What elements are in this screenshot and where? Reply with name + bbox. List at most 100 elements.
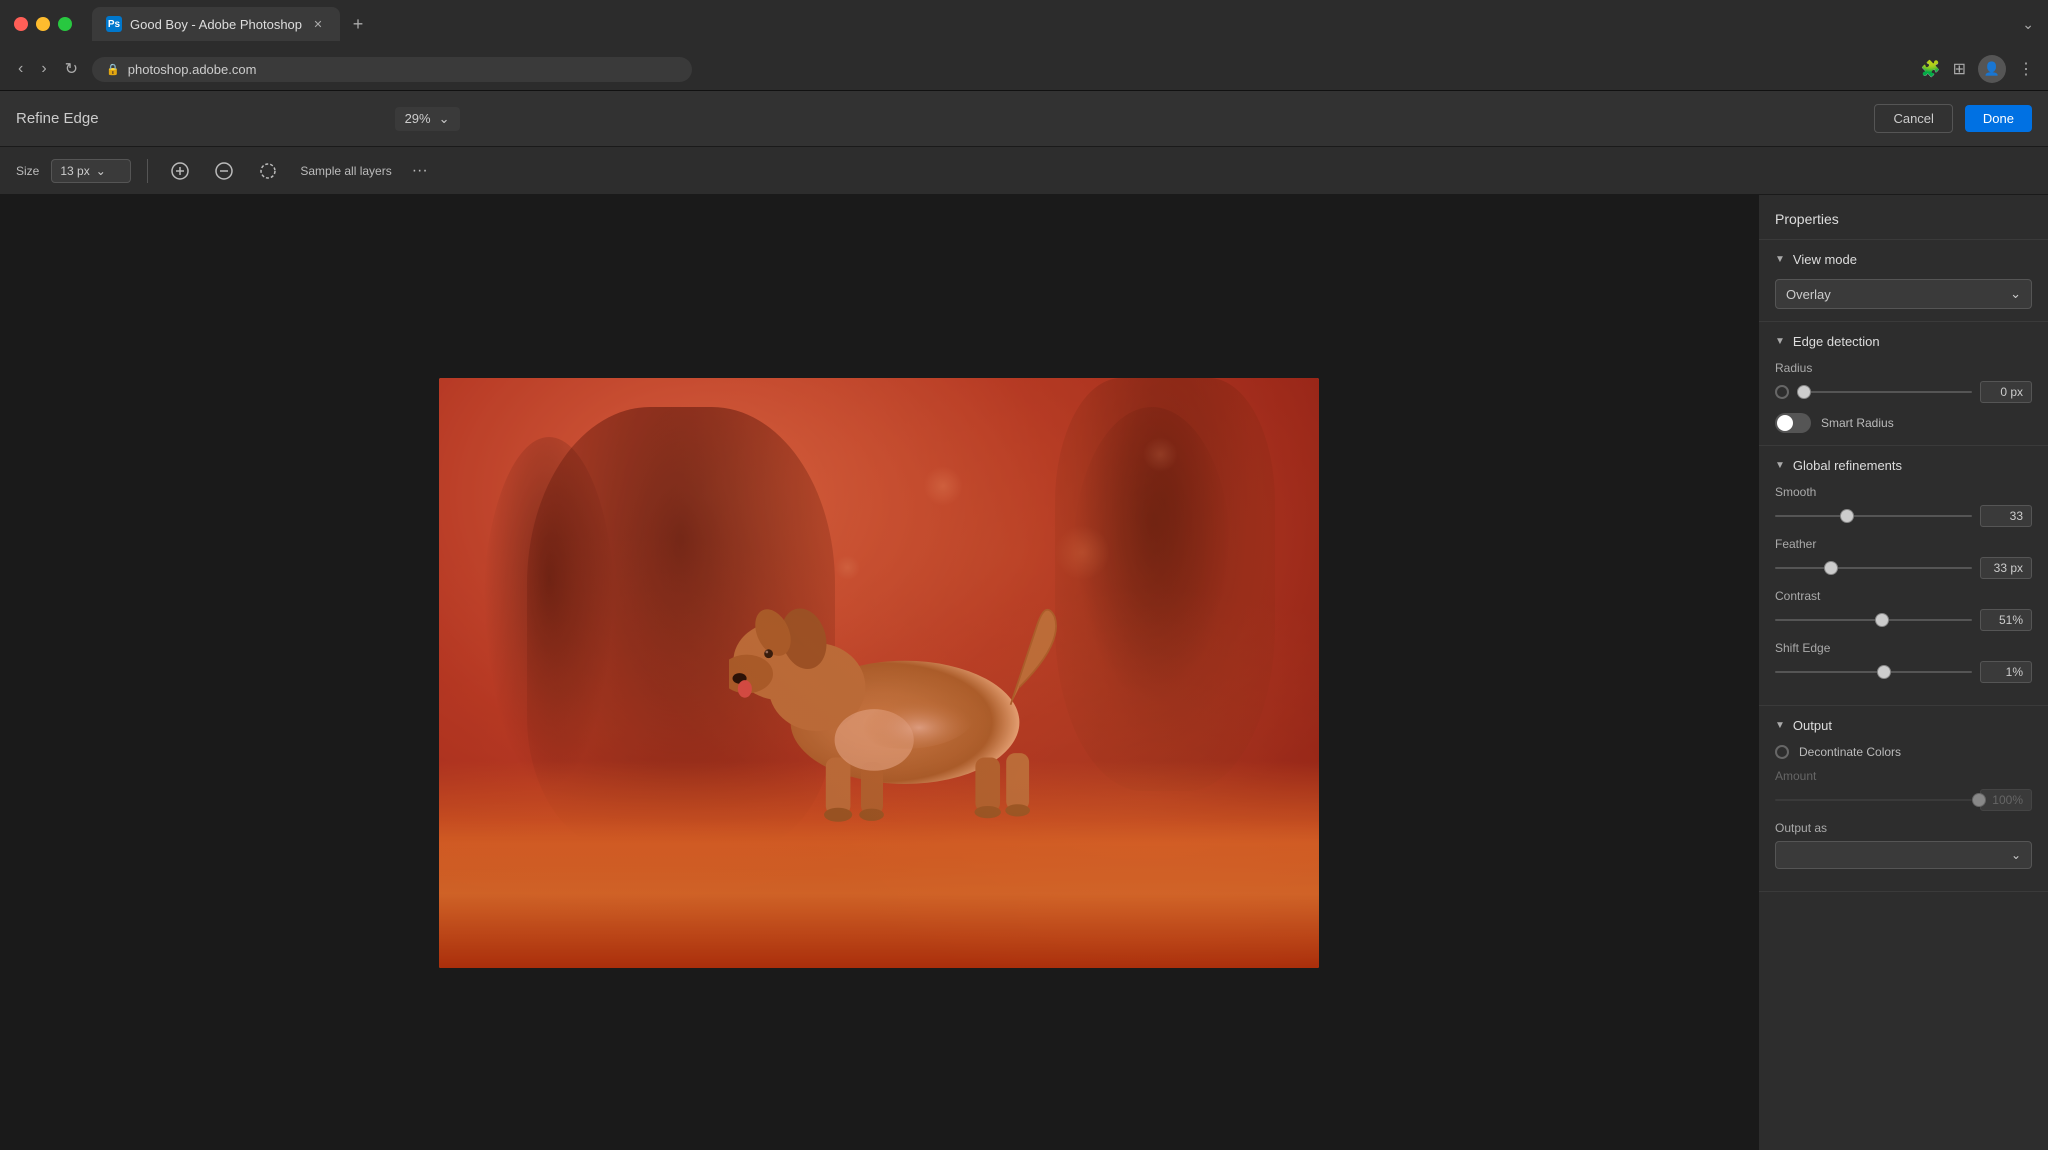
browser-actions: 🧩 ⊞ 👤 ⋮	[1921, 55, 2034, 83]
size-dropdown[interactable]: 13 px ⌄	[51, 159, 131, 183]
extensions-icon[interactable]: 🧩	[1921, 59, 1941, 79]
size-chevron-icon: ⌄	[96, 164, 106, 178]
active-tab[interactable]: Ps Good Boy - Adobe Photoshop ✕	[92, 7, 340, 41]
close-button[interactable]	[14, 17, 28, 31]
amount-label: Amount	[1775, 769, 2032, 783]
view-mode-section-header[interactable]: ▼ View mode	[1775, 252, 2032, 267]
feather-slider-row: 33 px	[1775, 557, 2032, 579]
feather-row: Feather 33 px	[1775, 537, 2032, 579]
amount-value: 100%	[1980, 789, 2032, 811]
maximize-button[interactable]	[58, 17, 72, 31]
sidebar-icon[interactable]: ⊞	[1953, 59, 1966, 79]
dog-scene	[439, 378, 1319, 968]
add-brush-tool-button[interactable]	[164, 155, 196, 187]
shift-edge-slider-track[interactable]	[1775, 671, 1972, 673]
tab-title: Good Boy - Adobe Photoshop	[130, 17, 302, 32]
properties-title: Properties	[1775, 211, 1839, 227]
shift-edge-value[interactable]: 1%	[1980, 661, 2032, 683]
main-area: Properties ▼ View mode Overlay ⌄ ▼ Edge …	[0, 195, 2048, 1150]
radius-slider-thumb[interactable]	[1797, 385, 1811, 399]
toolbar-right: Cancel Done	[1874, 104, 2032, 133]
output-as-row: Output as ⌄	[1775, 821, 2032, 869]
window-control-icon[interactable]: ⌄	[2022, 16, 2034, 33]
decontaminate-colors-checkbox[interactable]	[1775, 745, 1789, 759]
output-as-chevron-icon: ⌄	[2011, 848, 2021, 862]
forward-button[interactable]: ›	[37, 56, 50, 82]
shift-edge-slider-row: 1%	[1775, 661, 2032, 683]
amount-row: Amount 100%	[1775, 769, 2032, 811]
cancel-button[interactable]: Cancel	[1874, 104, 1952, 133]
view-mode-select[interactable]: Overlay ⌄	[1775, 279, 2032, 309]
amount-slider-row: 100%	[1775, 789, 2032, 811]
tool-separator-1	[147, 159, 148, 183]
tab-close-button[interactable]: ✕	[310, 16, 326, 32]
amount-slider-thumb	[1972, 793, 1986, 807]
more-options-button[interactable]: ···	[404, 155, 436, 187]
decontaminate-colors-label: Decontinate Colors	[1799, 745, 1901, 759]
output-section-header[interactable]: ▼ Output	[1775, 718, 2032, 733]
smart-radius-label: Smart Radius	[1821, 416, 1894, 430]
radius-radio[interactable]	[1775, 385, 1789, 399]
back-button[interactable]: ‹	[14, 56, 27, 82]
edge-detection-chevron-icon: ▼	[1775, 336, 1785, 347]
output-section: ▼ Output Decontinate Colors Amount 100%	[1759, 706, 2048, 892]
output-as-label: Output as	[1775, 821, 2032, 835]
reload-button[interactable]: ↻	[61, 55, 82, 83]
shift-edge-slider-thumb[interactable]	[1877, 665, 1891, 679]
smart-radius-toggle[interactable]	[1775, 413, 1811, 433]
amount-slider-track	[1775, 799, 1972, 801]
size-label: Size	[16, 164, 39, 178]
smooth-label: Smooth	[1775, 485, 2032, 499]
app-toolbar: Refine Edge 29% ⌄ Cancel Done	[0, 91, 2048, 147]
output-as-select[interactable]: ⌄	[1775, 841, 2032, 869]
address-bar[interactable]: 🔒 photoshop.adobe.com	[92, 57, 692, 82]
global-refinements-section-header[interactable]: ▼ Global refinements	[1775, 458, 2032, 473]
shift-edge-row: Shift Edge 1%	[1775, 641, 2032, 683]
view-mode-chevron-icon: ▼	[1775, 254, 1785, 265]
canvas-image	[439, 378, 1319, 968]
profile-icon[interactable]: 👤	[1978, 55, 2006, 83]
shift-edge-label: Shift Edge	[1775, 641, 2032, 655]
contrast-slider-thumb[interactable]	[1875, 613, 1889, 627]
properties-panel: Properties ▼ View mode Overlay ⌄ ▼ Edge …	[1758, 195, 2048, 1150]
smooth-slider-track[interactable]	[1775, 515, 1972, 517]
refine-edge-title: Refine Edge	[16, 110, 99, 127]
tool-options-bar: Size 13 px ⌄ Sample all layers ··	[0, 147, 2048, 195]
view-mode-value: Overlay	[1786, 287, 1831, 302]
menu-icon[interactable]: ⋮	[2018, 59, 2034, 79]
feather-label: Feather	[1775, 537, 2032, 551]
feather-value[interactable]: 33 px	[1980, 557, 2032, 579]
minimize-button[interactable]	[36, 17, 50, 31]
output-section-title: Output	[1793, 718, 1832, 733]
smooth-slider-row: 33	[1775, 505, 2032, 527]
feather-slider-thumb[interactable]	[1824, 561, 1838, 575]
canvas-area[interactable]	[0, 195, 1758, 1150]
edge-detection-section: ▼ Edge detection Radius 0 px	[1759, 322, 2048, 446]
global-refinements-section: ▼ Global refinements Smooth 33 Feather	[1759, 446, 2048, 706]
new-tab-button[interactable]: +	[344, 10, 372, 38]
zoom-control[interactable]: 29% ⌄	[395, 107, 460, 131]
radius-label: Radius	[1775, 361, 2032, 375]
lasso-tool-button[interactable]	[252, 155, 284, 187]
contrast-slider-track[interactable]	[1775, 619, 1972, 621]
radius-slider-row: 0 px	[1775, 381, 2032, 403]
title-bar: Ps Good Boy - Adobe Photoshop ✕ + ⌄	[0, 0, 2048, 48]
edge-detection-section-header[interactable]: ▼ Edge detection	[1775, 334, 2032, 349]
output-chevron-icon: ▼	[1775, 720, 1785, 731]
decontaminate-colors-row: Decontinate Colors	[1775, 745, 2032, 759]
done-button[interactable]: Done	[1965, 105, 2032, 132]
smooth-slider-thumb[interactable]	[1840, 509, 1854, 523]
radius-value[interactable]: 0 px	[1980, 381, 2032, 403]
contrast-value[interactable]: 51%	[1980, 609, 2032, 631]
smooth-row: Smooth 33	[1775, 485, 2032, 527]
smart-radius-toggle-knob	[1777, 415, 1793, 431]
smart-radius-row: Smart Radius	[1775, 413, 2032, 433]
contrast-row: Contrast 51%	[1775, 589, 2032, 631]
smooth-value[interactable]: 33	[1980, 505, 2032, 527]
address-text: photoshop.adobe.com	[128, 62, 257, 77]
tab-favicon: Ps	[106, 16, 122, 32]
radius-slider-track[interactable]	[1797, 391, 1972, 393]
subtract-brush-tool-button[interactable]	[208, 155, 240, 187]
view-mode-section-title: View mode	[1793, 252, 1857, 267]
feather-slider-track[interactable]	[1775, 567, 1972, 569]
